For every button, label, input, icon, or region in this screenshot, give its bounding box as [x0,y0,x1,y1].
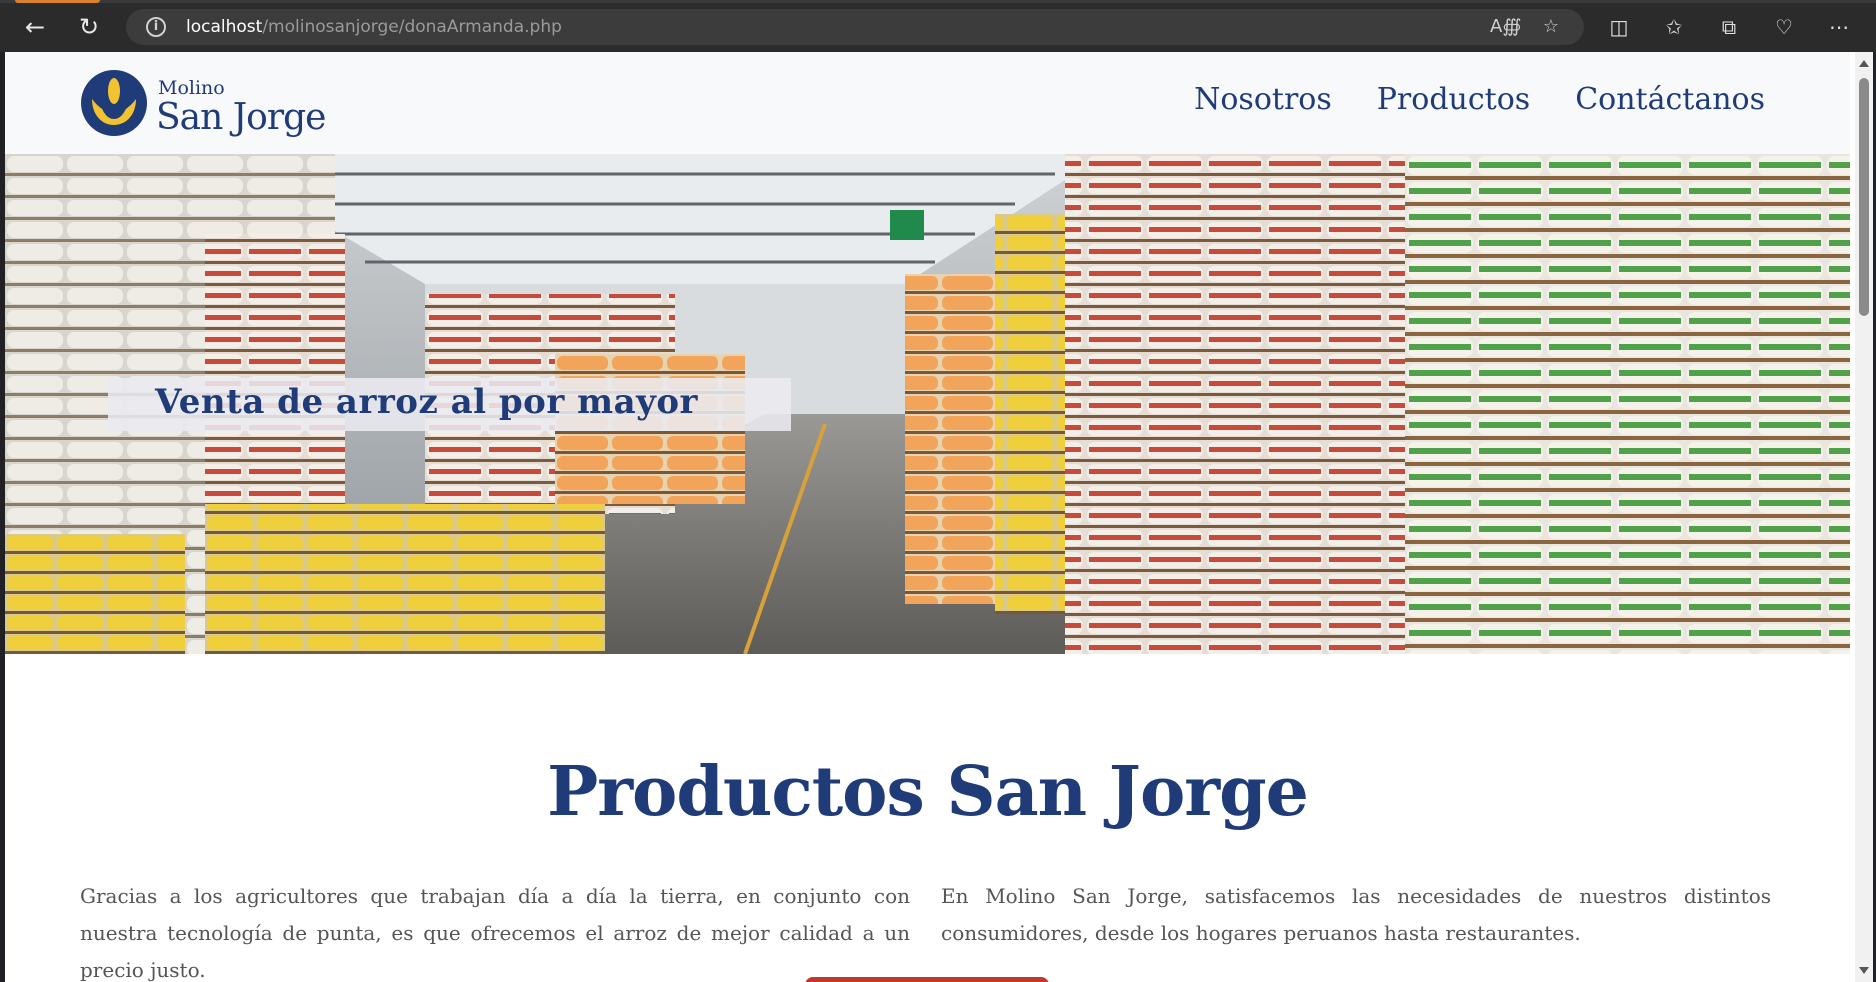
scroll-down-arrow-icon[interactable] [1859,967,1869,974]
nav-contactanos[interactable]: Contáctanos [1575,82,1765,117]
browser-toolbar: ← ↻ i localhost/molinosanjorge/donaArman… [0,0,1876,52]
collections-icon[interactable]: ⧉ [1714,13,1744,41]
hero-caption-box: Venta de arroz al por mayor [108,378,791,431]
intro-paragraph-left: Gracias a los agricultores que trabajan … [80,884,910,982]
page-viewport: Molino San Jorge Nosotros Productos Cont… [5,52,1873,982]
logo-title: San Jorge [156,97,326,138]
hero-caption: Venta de arroz al por mayor [155,382,698,422]
read-aloud-icon[interactable]: A∰ [1490,15,1521,39]
scrollbar[interactable] [1855,52,1873,982]
scroll-up-arrow-icon[interactable] [1859,60,1869,67]
tab-strip-edge [0,0,1876,3]
intro-paragraph-right: En Molino San Jorge, satisfacemos las ne… [941,884,1771,945]
main-nav: Nosotros Productos Contáctanos [1194,82,1765,117]
logo-subtitle: Molino [158,77,225,99]
nav-productos[interactable]: Productos [1377,82,1530,117]
url-host: localhost [186,17,263,37]
favorites-list-icon[interactable]: ✩ [1659,13,1689,41]
site-logo[interactable]: Molino San Jorge [80,67,326,141]
url-path: /molinosanjorge/donaArmanda.php [262,17,562,37]
nav-nosotros[interactable]: Nosotros [1194,82,1332,117]
back-arrow-icon[interactable]: ← [20,12,50,42]
address-bar[interactable]: i localhost/molinosanjorge/donaArmanda.p… [126,9,1584,45]
hero-banner: Venta de arroz al por mayor [5,154,1850,654]
split-screen-icon[interactable]: ◫ [1604,13,1634,41]
browser-essentials-icon[interactable]: ♡ [1769,13,1799,41]
more-menu-icon[interactable]: ⋯ [1824,13,1854,41]
cta-button-partial[interactable] [805,977,1049,982]
site-info-icon[interactable]: i [146,17,166,37]
scroll-thumb[interactable] [1859,78,1869,316]
url-text[interactable]: localhost/molinosanjorge/donaArmanda.php [186,17,562,37]
section-title: Productos San Jorge [547,752,1309,832]
active-tab-indicator [15,0,100,3]
reload-icon[interactable]: ↻ [74,12,104,42]
rice-grain-logo-icon [81,70,147,136]
favorite-star-icon[interactable]: ☆ [1538,15,1564,39]
site-header: Molino San Jorge Nosotros Productos Cont… [5,52,1850,154]
